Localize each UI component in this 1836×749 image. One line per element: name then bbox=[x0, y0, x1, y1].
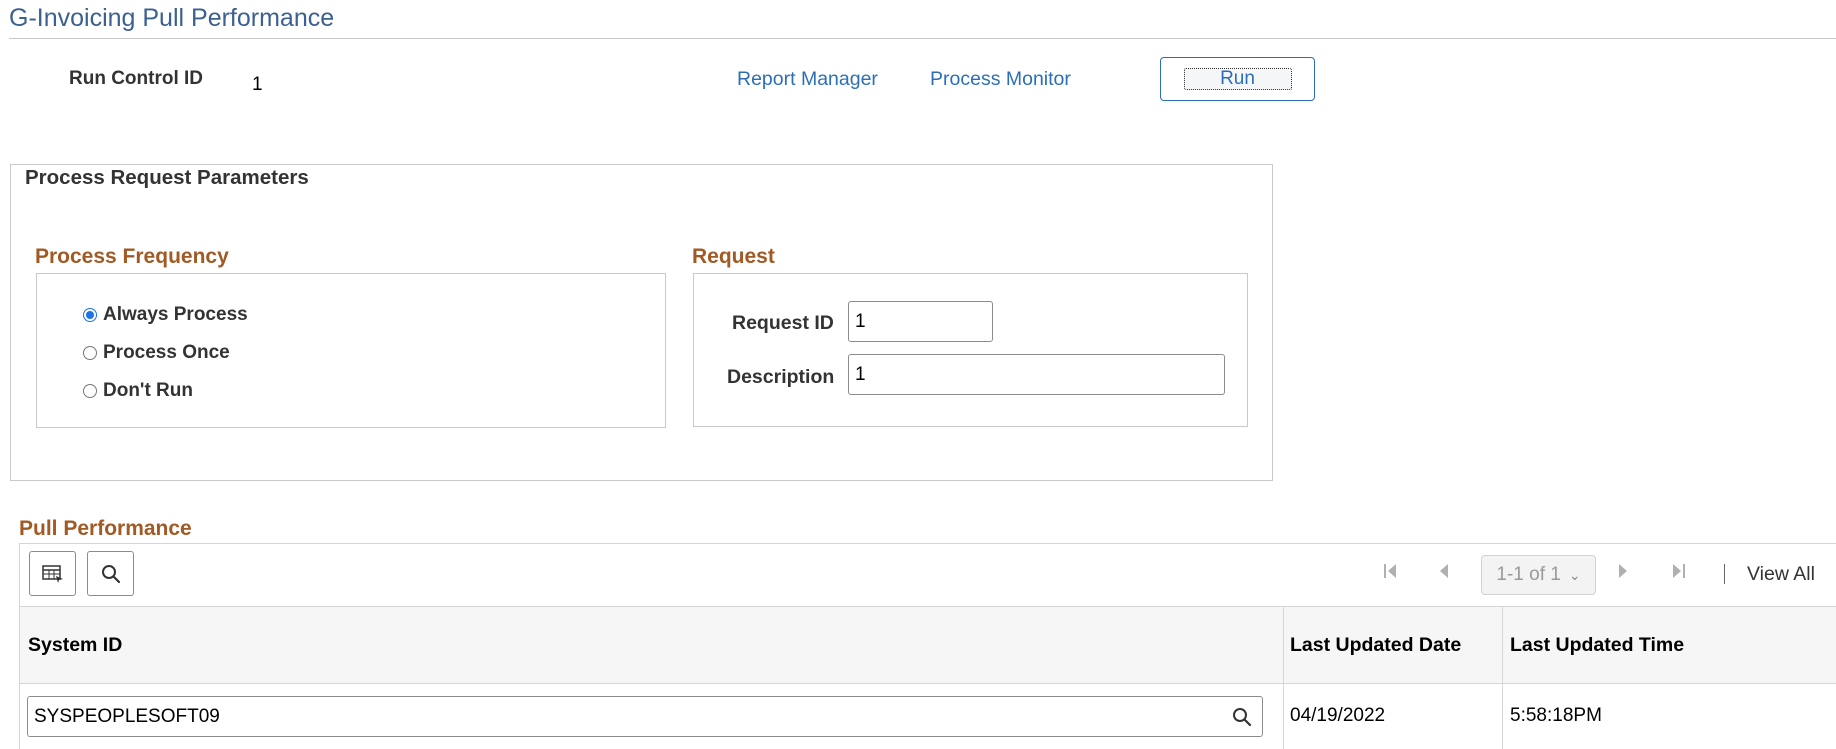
request-title: Request bbox=[692, 245, 775, 268]
find-in-grid-button[interactable] bbox=[87, 551, 134, 596]
search-icon bbox=[1233, 707, 1252, 726]
radio-label: Don't Run bbox=[103, 380, 193, 401]
report-manager-link[interactable]: Report Manager bbox=[737, 68, 878, 91]
run-button[interactable]: Run bbox=[1160, 57, 1315, 101]
page-title: G-Invoicing Pull Performance bbox=[9, 4, 335, 32]
last-updated-date-cell: 04/19/2022 bbox=[1290, 705, 1386, 726]
radio-process-once[interactable]: Process Once bbox=[83, 342, 230, 364]
radio-button[interactable] bbox=[83, 384, 97, 398]
column-header-system-id[interactable]: System ID bbox=[28, 634, 122, 657]
column-divider bbox=[1502, 606, 1503, 749]
run-control-id-label: Run Control ID bbox=[69, 68, 204, 89]
column-divider bbox=[1283, 606, 1284, 749]
personalize-grid-button[interactable] bbox=[29, 551, 76, 596]
request-group bbox=[693, 273, 1248, 427]
pull-performance-title: Pull Performance bbox=[19, 517, 192, 540]
column-header-last-updated-time[interactable]: Last Updated Time bbox=[1510, 634, 1684, 657]
view-all-link[interactable]: View All bbox=[1747, 563, 1815, 586]
radio-dont-run[interactable]: Don't Run bbox=[83, 380, 193, 402]
search-icon bbox=[101, 564, 120, 583]
last-updated-time-cell: 5:58:18PM bbox=[1510, 705, 1602, 726]
chevron-down-icon: ⌄ bbox=[1568, 566, 1581, 583]
radio-button[interactable] bbox=[83, 346, 97, 360]
radio-label: Process Once bbox=[103, 342, 230, 363]
run-control-id-value: 1 bbox=[252, 74, 263, 95]
grid-personalize-icon bbox=[41, 564, 63, 583]
page-range-text: 1-1 of 1 bbox=[1496, 564, 1561, 585]
system-id-lookup-button[interactable] bbox=[1222, 697, 1262, 736]
title-divider bbox=[9, 38, 1836, 39]
process-request-parameters-title: Process Request Parameters bbox=[25, 166, 309, 189]
first-page-icon[interactable] bbox=[1383, 562, 1397, 586]
last-page-icon[interactable] bbox=[1672, 562, 1686, 586]
process-frequency-title: Process Frequency bbox=[35, 245, 229, 268]
column-header-last-updated-date[interactable]: Last Updated Date bbox=[1290, 634, 1461, 657]
description-label: Description bbox=[727, 366, 835, 388]
radio-button-checked[interactable] bbox=[83, 308, 97, 322]
system-id-field bbox=[27, 696, 1263, 737]
run-button-label: Run bbox=[1183, 68, 1292, 90]
page-range-select[interactable]: 1-1 of 1 ⌄ bbox=[1481, 555, 1596, 595]
pagination-divider bbox=[1724, 564, 1725, 584]
next-page-icon[interactable] bbox=[1618, 562, 1630, 586]
radio-always-process[interactable]: Always Process bbox=[83, 304, 248, 326]
request-id-input[interactable] bbox=[848, 301, 993, 342]
radio-label: Always Process bbox=[103, 304, 248, 325]
description-input[interactable] bbox=[848, 354, 1225, 395]
previous-page-icon[interactable] bbox=[1437, 562, 1449, 586]
request-id-label: Request ID bbox=[732, 312, 834, 334]
process-monitor-link[interactable]: Process Monitor bbox=[930, 68, 1071, 91]
system-id-input[interactable] bbox=[28, 697, 1222, 736]
